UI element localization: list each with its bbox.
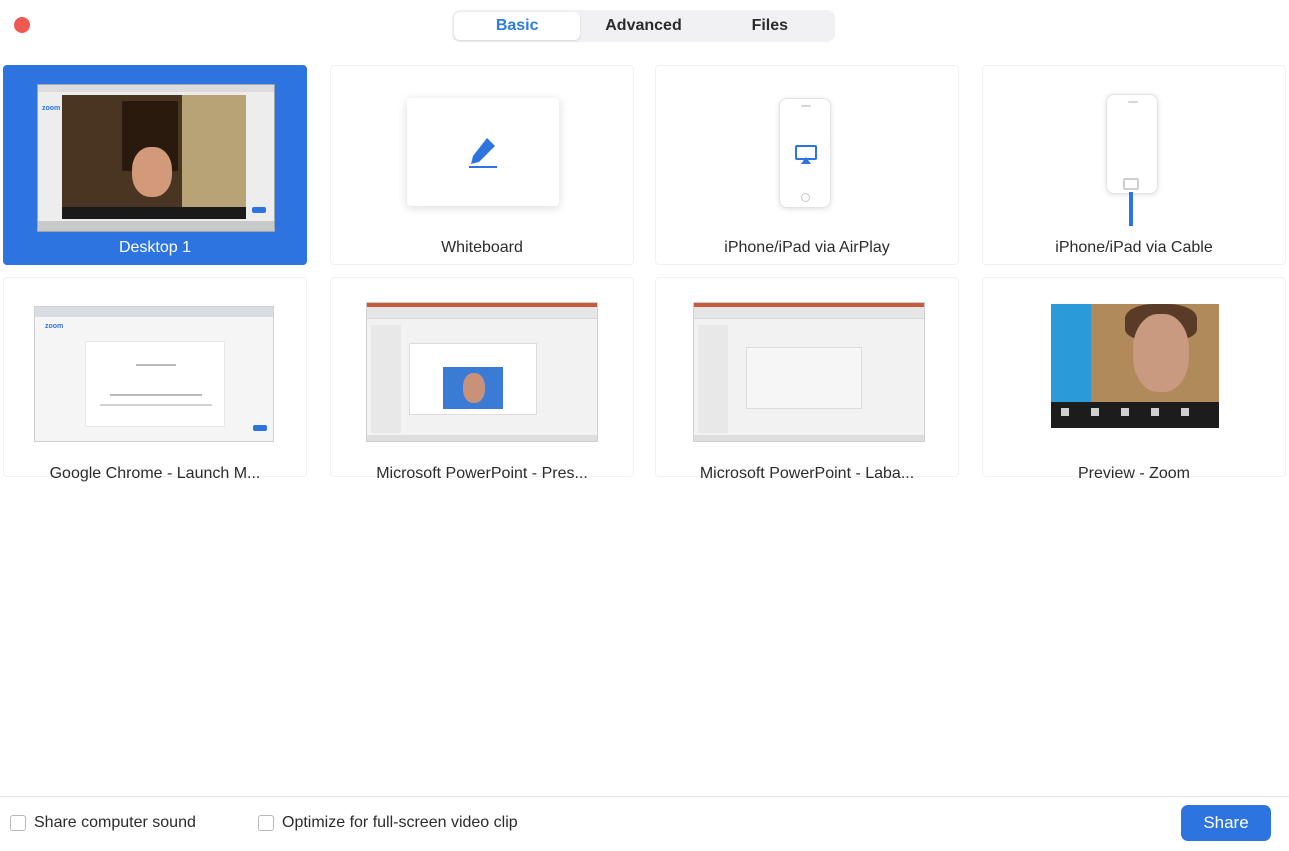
source-label: iPhone/iPad via Cable xyxy=(1055,239,1213,256)
checkbox-label: Share computer sound xyxy=(34,814,196,831)
cable-connector-icon xyxy=(1123,178,1139,190)
whiteboard-thumbnail xyxy=(407,98,559,206)
source-iphone-airplay[interactable]: iPhone/iPad via AirPlay xyxy=(655,65,959,265)
source-preview-zoom[interactable]: Preview - Zoom xyxy=(982,277,1286,482)
desktop-thumbnail: zoom xyxy=(37,84,275,232)
source-label: Whiteboard xyxy=(441,239,523,256)
airplay-icon xyxy=(795,145,817,164)
share-computer-sound-checkbox[interactable]: Share computer sound xyxy=(10,814,196,832)
source-label: Microsoft PowerPoint - Laba... xyxy=(699,465,915,482)
chrome-thumbnail: zoom xyxy=(34,306,274,442)
chrome-zoom-logo: zoom xyxy=(45,323,64,330)
share-button[interactable]: Share xyxy=(1181,805,1271,841)
share-source-grid: zoom Desktop 1 Whiteboard iPhone/iPad vi… xyxy=(3,65,1289,483)
source-label: Desktop 1 xyxy=(118,239,192,256)
source-powerpoint-laba[interactable]: Microsoft PowerPoint - Laba... xyxy=(655,277,959,482)
checkbox-box[interactable] xyxy=(10,815,26,831)
source-label: iPhone/iPad via AirPlay xyxy=(724,239,890,256)
source-whiteboard[interactable]: Whiteboard xyxy=(330,65,634,265)
tab-advanced[interactable]: Advanced xyxy=(580,12,706,40)
share-tabs: Basic Advanced Files xyxy=(452,10,835,42)
source-label: Preview - Zoom xyxy=(1077,465,1191,482)
source-desktop-1[interactable]: zoom Desktop 1 xyxy=(3,65,307,265)
footer-divider xyxy=(0,796,1289,797)
optimize-video-checkbox[interactable]: Optimize for full-screen video clip xyxy=(258,814,518,832)
source-iphone-cable[interactable]: iPhone/iPad via Cable xyxy=(982,65,1286,265)
source-powerpoint-pres[interactable]: Microsoft PowerPoint - Pres... xyxy=(330,277,634,482)
checkbox-box[interactable] xyxy=(258,815,274,831)
source-label: Google Chrome - Launch M... xyxy=(49,465,261,482)
powerpoint-thumbnail xyxy=(366,302,598,442)
checkbox-label: Optimize for full-screen video clip xyxy=(282,814,518,831)
pencil-icon xyxy=(469,138,497,168)
source-google-chrome[interactable]: zoom Google Chrome - Launch M... xyxy=(3,277,307,482)
powerpoint-thumbnail xyxy=(693,302,925,442)
phone-thumbnail xyxy=(779,98,831,208)
cable-icon xyxy=(1129,192,1133,226)
tab-files[interactable]: Files xyxy=(707,12,833,40)
source-label: Microsoft PowerPoint - Pres... xyxy=(376,465,588,482)
tab-basic[interactable]: Basic xyxy=(454,12,581,40)
preview-thumbnail xyxy=(1051,304,1219,428)
desktop-zoom-logo: zoom xyxy=(42,105,61,112)
close-window-button[interactable] xyxy=(14,17,30,33)
